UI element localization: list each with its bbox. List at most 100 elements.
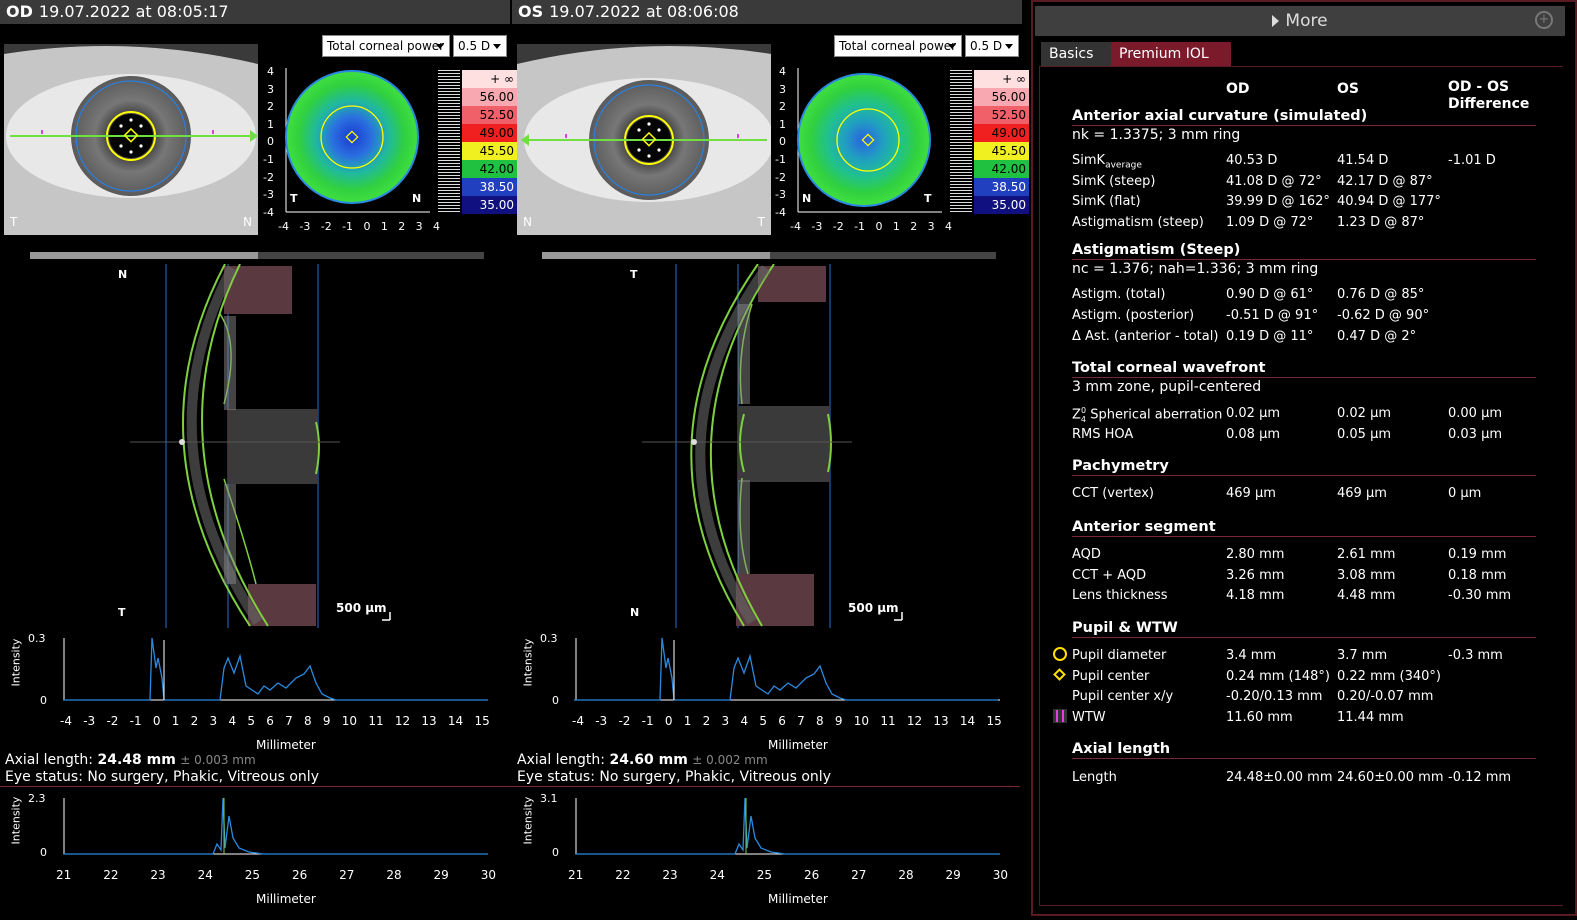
x-tick: 27	[851, 868, 867, 882]
row-label: Astigm. (posterior)	[1072, 308, 1195, 323]
map-y-tick: -3	[775, 188, 786, 202]
x-tick: 10	[853, 714, 870, 728]
x-tick: 0	[664, 714, 673, 728]
od-g2-x-axis: 21 22 23 24 25 26 27 28 29 30	[56, 868, 496, 882]
section-title: Anterior segment	[1072, 518, 1536, 537]
x-tick: 14	[447, 714, 464, 728]
x-tick: -1	[129, 714, 142, 728]
os-map-y-axis: 4 3 2 1 0 -1 -2 -3 -4	[772, 63, 786, 221]
row-label: Lens thickness	[1072, 588, 1168, 603]
row-os-value: 1.23 D @ 87°	[1337, 215, 1425, 230]
map-x-tick: -4	[790, 220, 801, 233]
x-tick: 22	[615, 868, 631, 882]
row-label: WTW	[1072, 710, 1106, 725]
map-x-tick: 2	[398, 220, 406, 233]
os-map-x-axis: -4 -3 -2 -1 0 1 2 3 4	[790, 220, 952, 233]
row-od-value: 0.08 µm	[1226, 427, 1281, 442]
map-x-tick: -1	[342, 220, 354, 233]
od-image-slider[interactable]	[30, 252, 484, 259]
x-tick: 2	[190, 714, 199, 728]
tab-basics[interactable]: Basics	[1041, 42, 1111, 66]
x-tick: 9	[834, 714, 843, 728]
row-os-value: 2.61 mm	[1337, 547, 1396, 562]
scale-value: + ∞	[974, 70, 1029, 88]
col-header-od: OD	[1226, 81, 1250, 97]
os-map-left-label: N	[802, 192, 812, 205]
divider	[0, 786, 1020, 787]
row-os-value: 0.47 D @ 2°	[1337, 329, 1417, 344]
x-tick: -3	[595, 714, 608, 728]
row-label: AQD	[1072, 547, 1101, 562]
chevron-down-icon	[1005, 44, 1013, 49]
section-title: Astigmatism (Steep)	[1072, 241, 1536, 260]
slider-thumb[interactable]	[542, 252, 770, 259]
od-map-type-select[interactable]: Total corneal power	[322, 35, 450, 57]
od-intensity-graph-1: 0.3 0 Intensity Millimeter -4 -3 -2 -1 0 1 2 3 4…	[0, 628, 510, 756]
x-tick: 12	[906, 714, 923, 728]
x-tick: 2	[702, 714, 711, 728]
row-label: Pupil center x/y	[1072, 689, 1174, 704]
row-od-value: 0.90 D @ 61°	[1226, 287, 1314, 302]
row-os-value: -0.62 D @ 90°	[1337, 308, 1430, 323]
map-x-tick: 3	[927, 220, 935, 233]
row-diff-value: -0.12 mm	[1448, 770, 1512, 785]
scale-value: 42.00	[462, 160, 517, 178]
x-tick: 3	[209, 714, 218, 728]
os-color-scale: + ∞ 56.00 52.50 49.00 45.50 42.00 38.50 35.00	[950, 70, 1030, 214]
od-axial-label: Axial length:	[5, 752, 94, 768]
slider-thumb[interactable]	[30, 252, 258, 259]
x-tick: -2	[618, 714, 631, 728]
results-table: OD OS OD - OS Difference Anterior axial …	[1039, 66, 1563, 906]
row-diff-value: -0.30 mm	[1448, 588, 1512, 603]
od-step-select[interactable]: 0.5 D	[453, 35, 507, 57]
scale-value: 38.50	[462, 178, 517, 196]
zoom-in-icon[interactable]: +	[1535, 11, 1553, 29]
section-title: Pachymetry	[1072, 457, 1536, 476]
od-map-type-value: Total corneal power	[327, 39, 445, 53]
od-g1-x-axis: -4 -3 -2 -1 0 1 2 3 4 5 6 7 8 9 10 11 12 13 14 15	[60, 714, 490, 728]
row-diff-value: -1.01 D	[1448, 153, 1496, 168]
map-x-tick: 4	[433, 220, 440, 233]
od-intensity-graph-2: 2.3 0 Intensity Millimeter 21 22 23 24 25 26 2…	[0, 788, 510, 916]
od-g1-ymax: 0.3	[28, 632, 46, 645]
os-header: OS 19.07.2022 at 08:06:08	[512, 0, 1022, 24]
map-y-tick: 0	[779, 135, 786, 149]
row-od-value: 11.60 mm	[1226, 710, 1293, 725]
x-tick: 1	[683, 714, 692, 728]
chevron-down-icon	[493, 44, 501, 49]
row-diff-value: 0.00 µm	[1448, 406, 1503, 421]
more-button[interactable]: More +	[1035, 6, 1565, 36]
row-od-value: 24.48±0.00 mm	[1226, 770, 1333, 785]
tab-premium-iol[interactable]: Premium IOL	[1111, 42, 1231, 66]
row-os-value: 40.94 D @ 177°	[1337, 194, 1441, 209]
row-diff-value: -0.3 mm	[1448, 648, 1503, 663]
os-step-select[interactable]: 0.5 D	[965, 35, 1019, 57]
row-diff-value: 0.18 mm	[1448, 568, 1507, 583]
scale-value: 52.50	[462, 106, 517, 124]
more-label: More	[1285, 11, 1328, 31]
os-g2-ymax: 3.1	[540, 792, 558, 805]
section-pupil-wtw: Pupil & WTW	[1072, 619, 1536, 638]
os-image-slider[interactable]	[542, 252, 996, 259]
x-tick: 24	[709, 868, 725, 882]
od-eye-label: OD	[6, 2, 33, 21]
os-map-type-select[interactable]: Total corneal power	[834, 35, 962, 57]
row-label: SimK (steep)	[1072, 174, 1156, 189]
x-tick: 11	[880, 714, 896, 728]
row-os-value: 0.76 D @ 85°	[1337, 287, 1425, 302]
x-tick: 30	[480, 868, 496, 882]
scale-value: 45.50	[462, 142, 517, 160]
row-od-value: -0.20/0.13 mm	[1226, 689, 1323, 704]
x-tick: 0	[152, 714, 161, 728]
os-g1-ylabel: Intensity	[521, 638, 535, 687]
os-g2-xlabel: Millimeter	[768, 892, 828, 906]
row-os-value: 0.22 mm (340°)	[1337, 669, 1441, 684]
od-axial-length: Axial length: 24.48 mm ± 0.003 mm	[5, 752, 256, 769]
od-datetime: 19.07.2022 at 08:05:17	[38, 2, 229, 21]
x-tick: 5	[759, 714, 767, 728]
wtw-marker-icon	[1053, 709, 1067, 723]
scale-value: 49.00	[462, 124, 517, 142]
od-g1-xlabel: Millimeter	[256, 738, 316, 752]
section-wavefront: Total corneal wavefront 3 mm zone, pupil-…	[1072, 359, 1536, 397]
os-axial-value: 24.60 mm	[609, 752, 688, 768]
